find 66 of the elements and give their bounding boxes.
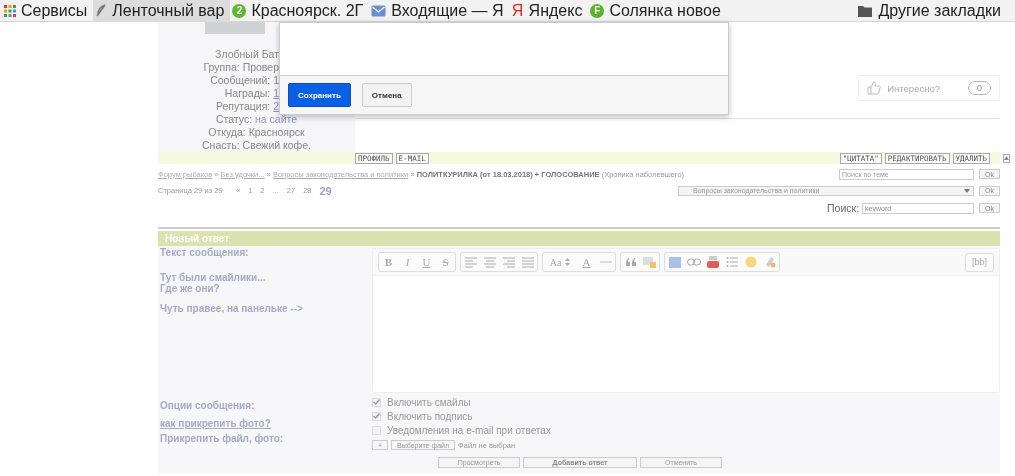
dialog-button[interactable]: Отмена [361,83,412,107]
apps-grid-icon [4,4,16,17]
profile-text: Группа: Провер [203,61,279,74]
dialog-button[interactable]: Сохранить [288,83,351,107]
form-label: Текст сообщения: [160,247,250,258]
up-down-arrows-icon [565,258,571,266]
eraser-icon [763,256,776,268]
circle-letter-icon: F [590,3,605,18]
bookmark-item[interactable]: 2 Красноярск. 2Г [230,0,370,22]
source-mode-button[interactable]: [bb] [965,252,994,272]
profile-text: Статус: на сайте [214,113,299,126]
text-editor[interactable]: B I U S Aa A [bb] [372,248,1000,393]
profile-link[interactable]: 2 [273,100,279,112]
envelope-icon [371,4,387,17]
profile-link[interactable]: 1 [273,87,279,99]
align-left-icon [462,255,479,269]
profile-text: Злобный Бат [215,48,279,61]
page-link[interactable]: 29 [319,184,332,197]
section-header: Новый ответ [158,231,1000,246]
video-icon [706,256,719,268]
list-icon [725,256,738,268]
form-label: Прикрепить файл, фото: [160,433,285,444]
option-checkbox[interactable]: Уведомления на e-mail при ответах [372,423,551,437]
justify-icon [519,255,536,269]
form-label: Опции сообщения: [160,400,256,411]
search-label: Поиск: [827,202,860,214]
format-button[interactable]: I [398,253,417,271]
form-label: Тут были смайлики... Где же они? [160,272,267,294]
chain-link-icon [686,258,701,266]
profile-text: Снасть: Свежий кофе. [201,139,312,152]
align-center-icon [481,255,498,269]
smiley-icon [744,256,757,268]
form-label: Чуть правее, на панельке --> [160,303,304,314]
dropdown-arrow-icon [964,188,971,193]
help-link[interactable]: как прикрепить фото? [160,418,372,429]
feather-icon [95,3,108,18]
bookmark-item[interactable]: Сервисы [2,0,94,22]
thumbs-up-icon [867,81,882,95]
profile-text: Награды: 1 [224,87,279,100]
status-link[interactable]: на сайте [255,113,298,125]
bookmark-item[interactable]: Я Яндекс [509,0,589,22]
folder-icon [858,4,873,17]
profile-text: Откуда: Красноярск [207,126,306,139]
profile-text: Репутация: 2 [215,100,279,113]
scroll-up-button[interactable] [1003,153,1011,163]
bookmark-item[interactable]: Входящие — Я [369,0,510,22]
picture-icon [668,256,681,268]
like-label: Интересно? [887,82,940,94]
document-icon [643,256,656,268]
font-color-button[interactable]: A [577,253,596,271]
like-widget[interactable]: Интересно? 0 [858,75,1000,101]
quote-icon [624,258,637,266]
bookmark-folder[interactable]: Другие закладки [858,1,1015,20]
option-checkbox[interactable]: Включить смайлы [372,395,551,409]
bookmark-item[interactable]: Ленточный вар [93,0,231,22]
option-checkbox[interactable]: Включить подпись [372,409,551,423]
profile-text: Сообщений: 1 [210,74,279,87]
format-button[interactable]: B [379,253,398,271]
bookmark-item[interactable]: F Солянка новое [588,0,727,22]
circle-letter-icon: 2 [232,3,247,18]
align-right-icon [500,255,517,269]
format-button[interactable]: U [417,253,436,271]
font-size-button[interactable]: Aa [543,253,577,271]
format-button[interactable]: S [436,253,455,271]
letter-logo-icon: Я [511,1,524,20]
horizontal-rule-icon [599,261,612,263]
